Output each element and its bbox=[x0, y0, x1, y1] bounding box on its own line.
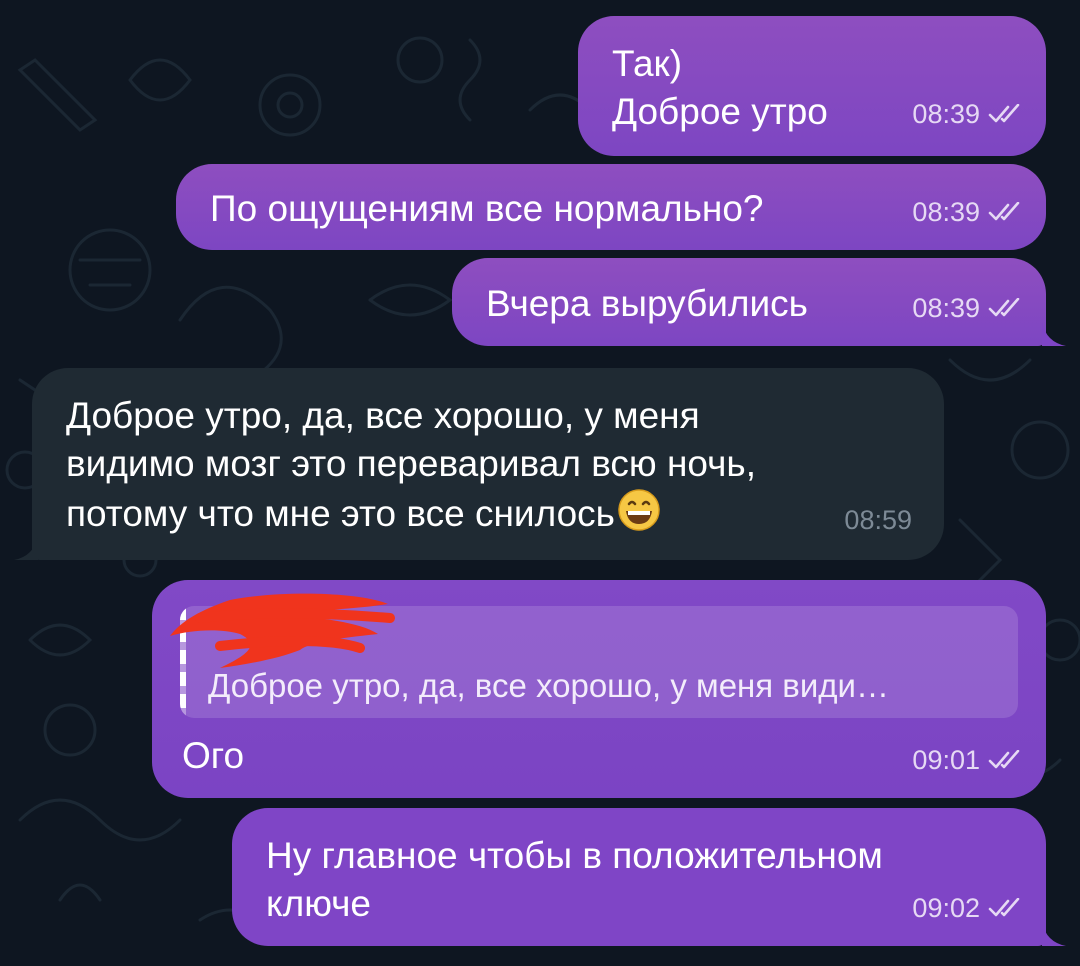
message-line: Ну главное чтобы в положительном bbox=[266, 835, 883, 876]
double-check-icon bbox=[988, 750, 1024, 770]
message-list[interactable]: Так) Доброе утро 08:39 По ощущениям все … bbox=[0, 0, 1080, 966]
message-text: Ну главное чтобы в положительном ключе bbox=[266, 832, 883, 928]
message-time: 08:59 bbox=[844, 505, 912, 535]
grinning-face-icon bbox=[617, 488, 661, 544]
incoming-message[interactable]: Доброе утро, да, все хорошо, у меня види… bbox=[32, 368, 944, 560]
outgoing-message[interactable]: По ощущениям все нормально? 08:39 bbox=[176, 164, 1046, 250]
message-line: видимо мозг это переваривал всю ночь, bbox=[66, 443, 756, 484]
message-text: По ощущениям все нормально? bbox=[210, 188, 764, 229]
bubble-tail bbox=[1042, 322, 1066, 346]
message-line: Доброе утро bbox=[612, 91, 828, 132]
message-text: Доброе утро, да, все хорошо, у меня види… bbox=[66, 392, 756, 544]
message-text: Так) Доброе утро bbox=[612, 40, 828, 136]
outgoing-message[interactable]: Ну главное чтобы в положительном ключе 0… bbox=[232, 808, 1046, 946]
message-line: потому что мне это все снилось bbox=[66, 488, 756, 544]
message-time: 08:39 bbox=[912, 197, 980, 227]
message-meta: 08:39 bbox=[912, 284, 1024, 332]
redaction-scribble bbox=[170, 593, 395, 668]
message-meta: 09:02 bbox=[912, 884, 1024, 932]
double-check-icon bbox=[988, 298, 1024, 318]
message-time: 08:39 bbox=[912, 99, 980, 129]
message-meta: 08:39 bbox=[912, 90, 1024, 138]
double-check-icon bbox=[988, 202, 1024, 222]
message-line: Так) bbox=[612, 43, 683, 84]
message-line: Доброе утро, да, все хорошо, у меня bbox=[66, 395, 700, 436]
message-time: 08:39 bbox=[912, 293, 980, 323]
message-meta: 08:39 bbox=[912, 188, 1024, 236]
message-meta: 08:59 bbox=[844, 496, 912, 544]
message-line-text: потому что мне это все снилось bbox=[66, 492, 615, 534]
message-text: Вчера вырубились bbox=[486, 283, 808, 324]
message-time: 09:01 bbox=[912, 745, 980, 775]
bubble-tail bbox=[1042, 922, 1066, 946]
double-check-icon bbox=[988, 898, 1024, 918]
message-text: Ого bbox=[182, 735, 245, 776]
message-line: ключе bbox=[266, 883, 371, 924]
message-time: 09:02 bbox=[912, 893, 980, 923]
outgoing-message[interactable]: Вчера вырубились 08:39 bbox=[452, 258, 1046, 346]
double-check-icon bbox=[988, 104, 1024, 124]
outgoing-message[interactable]: Так) Доброе утро 08:39 bbox=[578, 16, 1046, 156]
bubble-tail bbox=[14, 536, 38, 560]
message-meta: 09:01 bbox=[912, 736, 1024, 784]
